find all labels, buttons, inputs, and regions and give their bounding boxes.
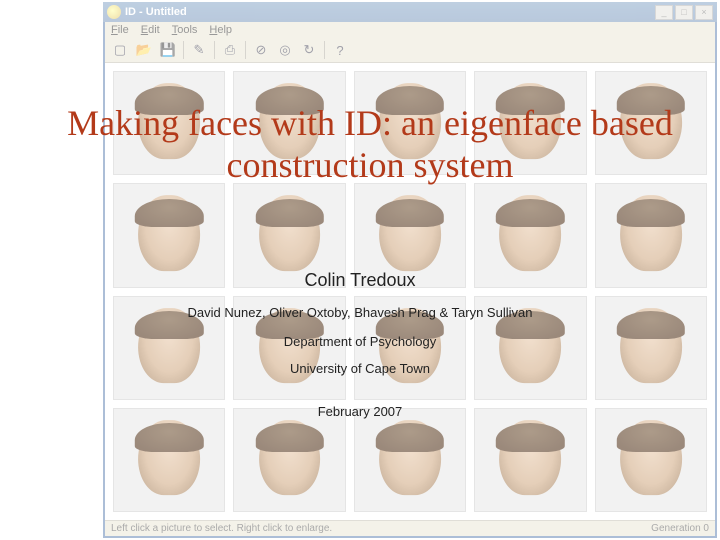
face-thumbnail[interactable] (233, 408, 345, 512)
face-thumbnail[interactable] (354, 408, 466, 512)
separator-icon (324, 41, 325, 59)
open-icon[interactable]: 📂 (135, 41, 153, 59)
close-button[interactable]: × (695, 5, 713, 20)
university: University of Cape Town (0, 361, 720, 376)
target-icon[interactable]: ◎ (276, 41, 294, 59)
window-buttons: _ □ × (655, 5, 713, 20)
separator-icon (214, 41, 215, 59)
department: Department of Psychology (0, 334, 720, 349)
slide-info: Colin Tredoux David Nunez, Oliver Oxtoby… (0, 270, 720, 419)
wand-icon[interactable]: ✎ (190, 41, 208, 59)
refresh-icon[interactable]: ↻ (300, 41, 318, 59)
maximize-button[interactable]: □ (675, 5, 693, 20)
slide-title: Making faces with ID: an eigenface based… (40, 102, 700, 187)
status-left: Left click a picture to select. Right cl… (111, 523, 332, 534)
face-thumbnail[interactable] (595, 408, 707, 512)
print-icon[interactable]: ⎙ (221, 41, 239, 59)
date: February 2007 (0, 404, 720, 419)
menu-tools[interactable]: Tools (172, 24, 198, 36)
status-bar: Left click a picture to select. Right cl… (105, 520, 715, 536)
minimize-button[interactable]: _ (655, 5, 673, 20)
app-icon (107, 5, 121, 19)
status-right: Generation 0 (651, 523, 709, 534)
toolbar: ▢ 📂 💾 ✎ ⎙ ⊘ ◎ ↻ ? (105, 38, 715, 63)
window-title: ID - Untitled (125, 6, 655, 18)
save-icon[interactable]: 💾 (159, 41, 177, 59)
titlebar: ID - Untitled _ □ × (103, 2, 717, 22)
coauthors: David Nunez, Oliver Oxtoby, Bhavesh Prag… (0, 305, 720, 320)
face-thumbnail[interactable] (113, 408, 225, 512)
lead-author: Colin Tredoux (0, 270, 720, 291)
menu-help[interactable]: Help (209, 24, 232, 36)
help-icon[interactable]: ? (331, 41, 349, 59)
menu-edit[interactable]: Edit (141, 24, 160, 36)
menubar: File Edit Tools Help (105, 22, 715, 38)
menu-file[interactable]: File (111, 24, 129, 36)
face-thumbnail[interactable] (474, 408, 586, 512)
no-icon[interactable]: ⊘ (252, 41, 270, 59)
separator-icon (183, 41, 184, 59)
new-icon[interactable]: ▢ (111, 41, 129, 59)
separator-icon (245, 41, 246, 59)
